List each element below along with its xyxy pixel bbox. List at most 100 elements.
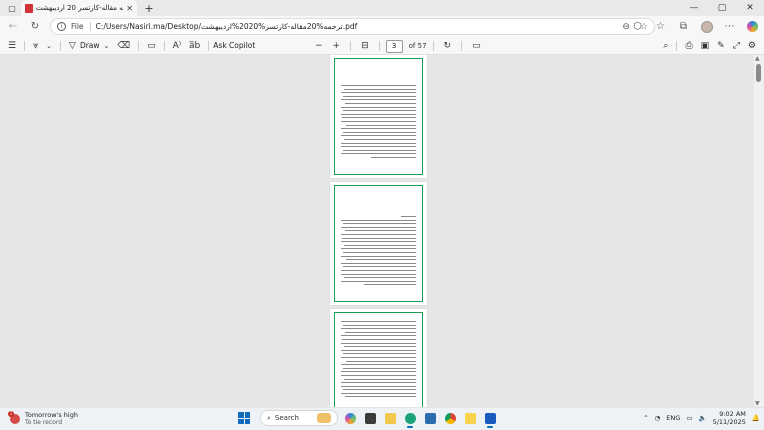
pdf-page [330, 55, 427, 178]
extensions-icon[interactable]: ⬡ [626, 16, 649, 37]
task-view-icon[interactable] [362, 410, 378, 426]
scroll-down-icon[interactable]: ▼ [755, 400, 760, 407]
divider [432, 41, 434, 51]
close-window-button[interactable]: ✕ [736, 0, 764, 16]
chevron-down-icon[interactable]: ⌄ [100, 37, 114, 55]
contents-icon[interactable]: ☰ [4, 37, 20, 55]
minimize-button[interactable]: — [680, 0, 708, 16]
window-menu-icon[interactable]: ▢ [4, 0, 20, 16]
favorites-icon[interactable]: ☆ [649, 16, 672, 37]
address-bar[interactable]: i File C:/Users/Nasiri.ma/Desktop/ترجمه%… [50, 18, 655, 35]
info-icon[interactable]: i [57, 22, 66, 31]
clock[interactable]: 9:02 AM 5/11/2025 [713, 410, 746, 426]
draw-button-label[interactable]: Draw [80, 41, 100, 50]
page-text-block [341, 85, 416, 160]
page-total-label: of 57 [408, 42, 427, 50]
url-text[interactable]: C:/Users/Nasiri.ma/Desktop/ترجمه%20مقاله… [96, 22, 618, 31]
scroll-up-icon[interactable]: ▲ [755, 55, 760, 62]
print-icon[interactable]: ⎙ [681, 37, 696, 55]
navigation-bar: ← ↻ i File C:/Users/Nasiri.ma/Desktop/تر… [0, 16, 764, 37]
divider [350, 41, 352, 51]
search-label: Search [274, 414, 299, 422]
page-view-icon[interactable]: ▭ [468, 37, 485, 55]
scheme-label: File [71, 22, 91, 31]
clock-date: 5/11/2025 [712, 418, 746, 426]
browser-tab[interactable]: ترجمه مقاله-کارتسر 20 اردیبهشت... ✕ [21, 0, 137, 16]
pdf-viewer[interactable] [0, 55, 764, 407]
weather-widget[interactable]: 1 Tomorrow's high To tie record [8, 411, 78, 427]
zoom-in-icon[interactable]: + [329, 37, 345, 55]
taskbar-apps: ⌕ Search [238, 410, 498, 428]
scroll-thumb[interactable] [756, 64, 761, 82]
copilot-icon [747, 21, 758, 32]
pdf-file-icon [25, 3, 33, 13]
title-bar: ▢ ترجمه مقاله-کارتسر 20 اردیبهشت... ✕ + … [0, 0, 764, 16]
divider [461, 41, 463, 51]
chevron-down-icon[interactable]: ⌄ [42, 37, 56, 55]
notification-bell-icon[interactable]: 🔔 [752, 414, 760, 422]
ask-copilot-button[interactable]: Ask Copilot [213, 41, 255, 50]
new-tab-button[interactable]: + [142, 0, 156, 16]
draw-icon[interactable]: ▽ [65, 37, 80, 55]
back-button[interactable]: ← [2, 16, 24, 37]
pdf-page [330, 309, 427, 407]
clock-time: 9:02 AM [719, 410, 746, 418]
window-controls: — ▢ ✕ [680, 0, 764, 16]
collections-icon[interactable]: ⧉ [672, 16, 695, 37]
divider [163, 40, 165, 51]
display-icon[interactable]: ▭ [686, 414, 692, 422]
fullscreen-icon[interactable]: ⤢ [729, 37, 744, 55]
network-icon[interactable]: ◔ [655, 414, 661, 422]
save-icon[interactable]: ▣ [697, 37, 714, 55]
file-explorer-icon[interactable] [382, 410, 398, 426]
more-menu-icon[interactable]: ⋯ [718, 16, 741, 37]
store-app-icon[interactable] [422, 410, 438, 426]
page-border [334, 185, 423, 302]
read-aloud-icon[interactable]: A⁾ [169, 37, 185, 55]
page-text-block [341, 321, 416, 400]
page-text-block [341, 216, 416, 288]
start-button[interactable] [238, 412, 250, 424]
page-border [334, 58, 423, 175]
copilot-app-icon[interactable] [342, 410, 358, 426]
eraser-icon[interactable]: ⌫ [113, 37, 134, 55]
taskbar-search[interactable]: ⌕ Search [260, 410, 338, 426]
settings-gear-icon[interactable]: ⚙ [744, 37, 760, 55]
save-as-icon[interactable]: ✎ [713, 37, 729, 55]
rotate-icon[interactable]: ↻ [440, 37, 456, 55]
page-border [334, 312, 423, 407]
highlight-icon[interactable]: ⩔ [29, 37, 42, 55]
weather-subtitle: To tie record [25, 419, 63, 426]
tab-title: ترجمه مقاله-کارتسر 20 اردیبهشت... [36, 4, 123, 12]
system-tray: ⌃ ◔ ENG ▭ 🔈 9:02 AM 5/11/2025 🔔 [643, 410, 760, 426]
sticky-notes-icon[interactable] [462, 410, 478, 426]
divider [378, 41, 380, 51]
pdf-toolbar: ☰ ⩔ ⌄ ▽ Draw ⌄ ⌫ ▭ A⁾ a̅b Ask Copilot − … [0, 37, 764, 55]
divider [60, 40, 62, 51]
edge-app-icon[interactable] [402, 410, 418, 428]
search-icon[interactable]: ⌕ [659, 37, 672, 55]
vertical-scrollbar[interactable]: ▲ ▼ [754, 55, 764, 407]
refresh-button[interactable]: ↻ [24, 16, 46, 37]
tab-close-icon[interactable]: ✕ [126, 4, 133, 13]
chrome-app-icon[interactable] [442, 410, 458, 426]
copilot-button[interactable] [741, 16, 764, 37]
maximize-button[interactable]: ▢ [708, 0, 736, 16]
chevron-up-icon[interactable]: ⌃ [643, 414, 648, 422]
weather-title: Tomorrow's high [25, 411, 78, 419]
pdf-page [330, 182, 427, 305]
immersive-reader-icon[interactable]: a̅b [185, 37, 204, 55]
divider [676, 41, 678, 51]
volume-icon[interactable]: 🔈 [698, 414, 706, 422]
page-number-input[interactable]: 3 [385, 39, 403, 53]
language-indicator[interactable]: ENG [666, 414, 680, 422]
search-highlight-icon [317, 413, 331, 423]
avatar [700, 20, 713, 33]
add-text-icon[interactable]: ▭ [143, 37, 160, 55]
word-app-icon[interactable] [482, 410, 498, 428]
fit-page-icon[interactable]: ⊟ [357, 37, 373, 55]
profile-button[interactable] [695, 16, 718, 37]
zoom-out-icon[interactable]: − [311, 37, 327, 55]
page-controls: − + ⊟ 3 of 57 ↻ ▭ [311, 37, 485, 55]
weather-icon: 1 [8, 411, 20, 424]
